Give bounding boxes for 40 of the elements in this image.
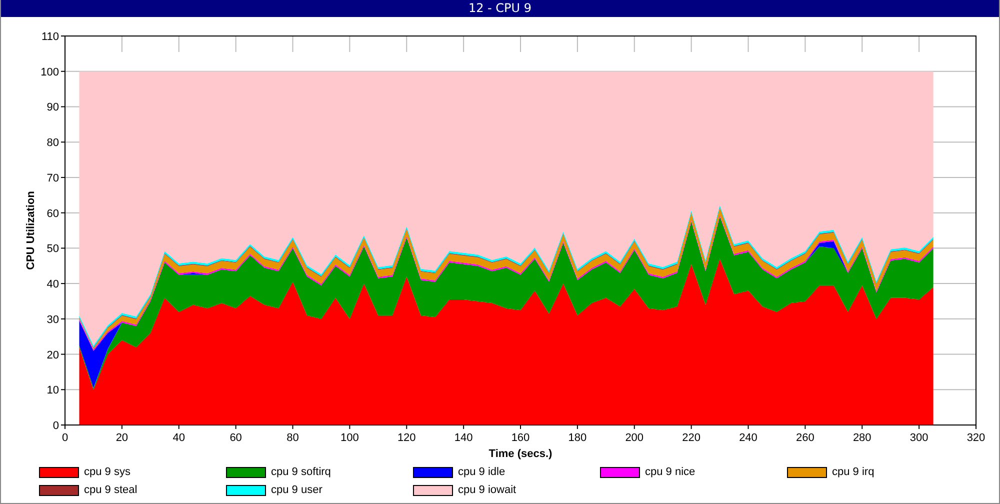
tick-label: 200 — [625, 432, 644, 444]
tick-label: 120 — [397, 432, 416, 444]
tick-label: 240 — [739, 432, 758, 444]
tick-label: 20 — [116, 432, 128, 444]
legend-label: cpu 9 iowait — [458, 484, 516, 496]
tick-label: 70 — [46, 172, 59, 184]
tick-label: 260 — [796, 432, 814, 444]
legend-label: cpu 9 irq — [832, 466, 874, 478]
tick-label: 0 — [62, 432, 68, 444]
tick-label: 20 — [46, 349, 59, 362]
legend-label: cpu 9 steal — [84, 484, 138, 496]
legend-label: cpu 9 idle — [458, 466, 506, 478]
tick-label: 100 — [40, 66, 59, 78]
tick-label: 80 — [46, 137, 59, 150]
tick-label: 140 — [454, 432, 473, 444]
tick-label: 300 — [910, 432, 928, 444]
legend-label: cpu 9 nice — [645, 466, 696, 478]
tick-label: 10 — [46, 384, 59, 397]
tick-label: 50 — [46, 243, 59, 256]
tick-label: 0 — [52, 420, 59, 432]
tick-label: 100 — [340, 432, 359, 444]
window-title: 12 - CPU 9 — [468, 0, 532, 17]
tick-label: 220 — [682, 432, 700, 444]
legend-label: cpu 9 user — [271, 484, 322, 496]
tick-label: 160 — [511, 432, 530, 444]
legend-label: cpu 9 softirq — [271, 466, 331, 478]
tick-label: 110 — [41, 31, 59, 43]
tick-label: 90 — [46, 102, 59, 114]
legend-label: cpu 9 sys — [84, 466, 130, 478]
tick-label: 40 — [172, 432, 185, 444]
tick-label: 180 — [568, 432, 587, 444]
tick-label: 60 — [230, 432, 242, 444]
tick-label: 60 — [46, 208, 59, 220]
axis-title: Time (secs.) — [488, 448, 552, 460]
tick-label: 80 — [286, 432, 299, 444]
tick-label: 30 — [46, 314, 59, 326]
tick-label: 280 — [852, 432, 872, 444]
tick-label: 320 — [966, 432, 986, 444]
tick-label: 40 — [46, 278, 59, 291]
axis-title: CPU Utilization — [25, 191, 37, 270]
